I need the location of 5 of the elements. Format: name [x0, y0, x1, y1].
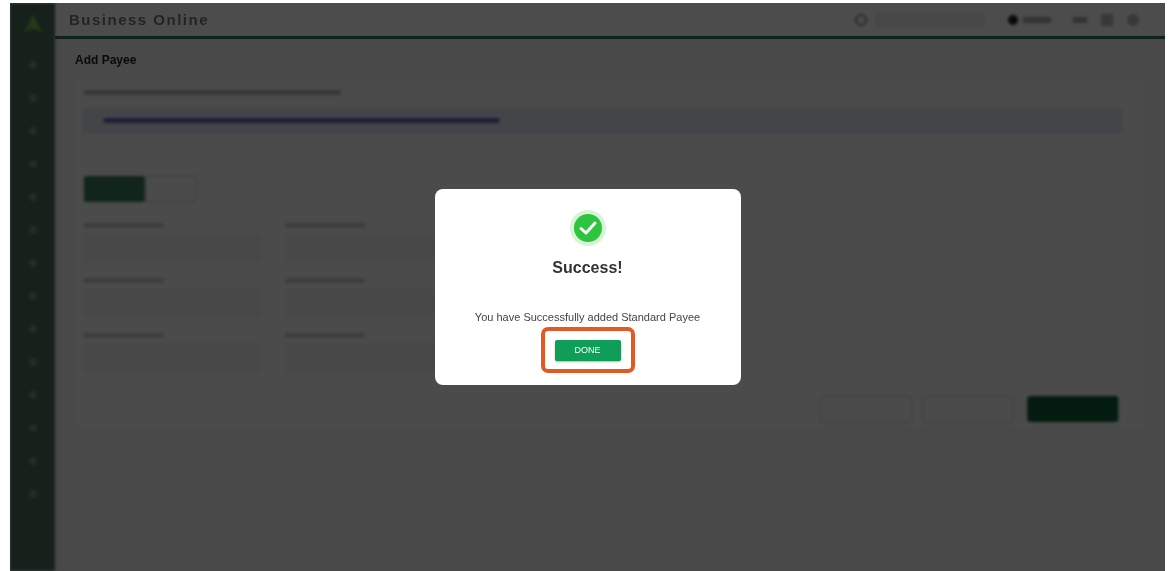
dialog-message: You have Successfully added Standard Payee — [474, 311, 701, 324]
done-button[interactable]: DONE — [554, 339, 621, 361]
page-title: Add Payee — [75, 53, 138, 67]
check-icon — [568, 209, 607, 248]
dialog-title: Success! — [552, 259, 623, 278]
